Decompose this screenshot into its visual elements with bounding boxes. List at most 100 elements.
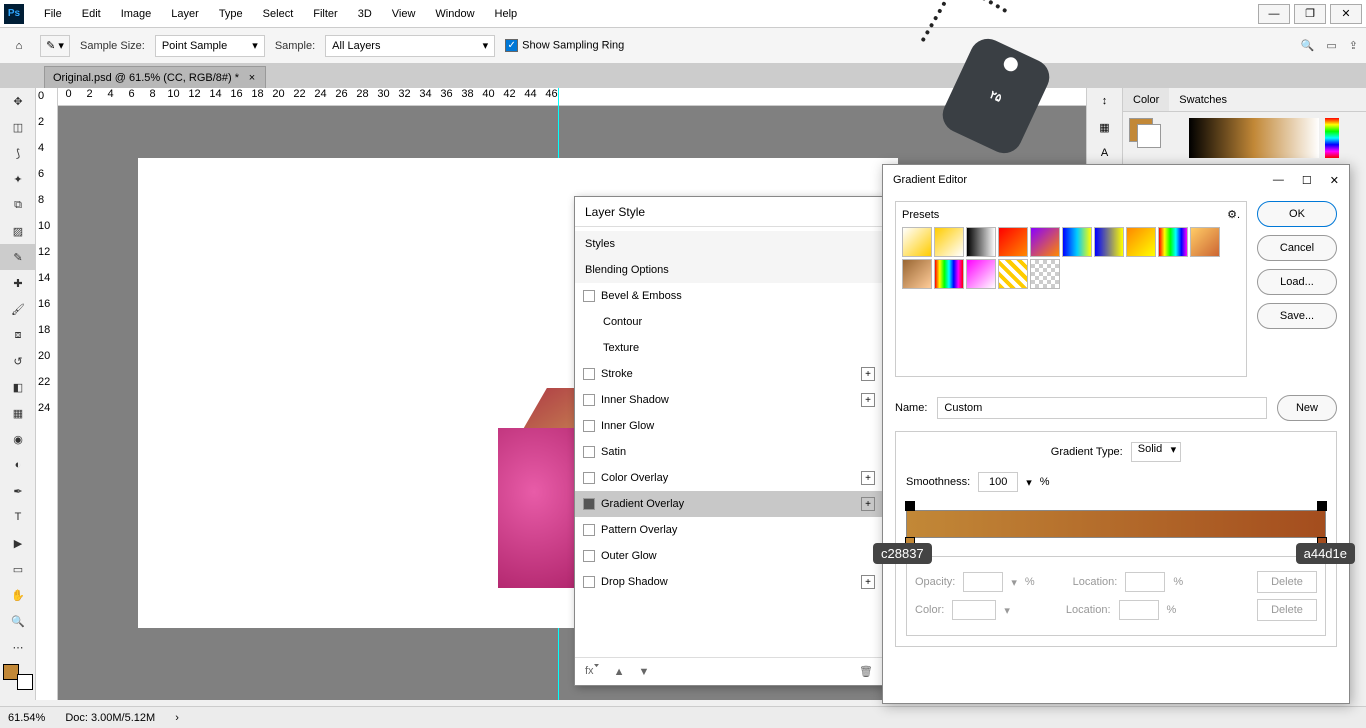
ok-button[interactable]: OK (1257, 201, 1337, 227)
panel-icon-swatches[interactable]: ▦ (1087, 114, 1122, 140)
history-brush-tool[interactable]: ↺ (0, 348, 36, 374)
close-tab-icon[interactable]: × (247, 73, 257, 83)
add-effect-icon[interactable]: + (861, 367, 875, 381)
menu-help[interactable]: Help (485, 0, 528, 28)
pen-tool[interactable]: ✒ (0, 478, 36, 504)
preset-6[interactable] (1094, 227, 1124, 257)
menu-select[interactable]: Select (253, 0, 304, 28)
blur-tool[interactable]: ◉ (0, 426, 36, 452)
sample-size-select[interactable]: Point Sample (155, 35, 265, 57)
preset-12[interactable] (966, 259, 996, 289)
preset-3[interactable] (998, 227, 1028, 257)
dodge-tool[interactable]: ◐ (0, 452, 36, 478)
color-field[interactable] (952, 600, 996, 620)
preset-5[interactable] (1062, 227, 1092, 257)
close-button[interactable]: ✕ (1330, 4, 1362, 24)
checkbox-icon[interactable] (583, 420, 595, 432)
ls-row-inner-glow[interactable]: Inner Glow (575, 413, 883, 439)
path-select-tool[interactable]: ▶ (0, 530, 36, 556)
close-icon[interactable]: ✕ (1330, 174, 1339, 187)
color-tab[interactable]: Color (1123, 88, 1169, 111)
menu-filter[interactable]: Filter (303, 0, 347, 28)
stamp-tool[interactable]: ⧈ (0, 322, 36, 348)
eraser-tool[interactable]: ◧ (0, 374, 36, 400)
location-field-2[interactable] (1119, 600, 1159, 620)
preset-4[interactable] (1030, 227, 1060, 257)
doc-size[interactable]: Doc: 3.00M/5.12M (65, 712, 155, 724)
restore-button[interactable]: ❐ (1294, 4, 1326, 24)
shape-tool[interactable]: ▭ (0, 556, 36, 582)
down-arrow-icon[interactable]: ▼ (638, 666, 649, 678)
checkbox-icon[interactable] (583, 524, 595, 536)
ls-row-color-overlay[interactable]: Color Overlay+ (575, 465, 883, 491)
ls-blending-header[interactable]: Blending Options (575, 257, 883, 283)
ls-row-stroke[interactable]: Stroke+ (575, 361, 883, 387)
preset-14[interactable] (1030, 259, 1060, 289)
preset-1[interactable] (934, 227, 964, 257)
healing-tool[interactable]: ✚ (0, 270, 36, 296)
eyedropper-tool[interactable]: ✎ (0, 244, 36, 270)
menu-edit[interactable]: Edit (72, 0, 111, 28)
zoom-tool[interactable]: 🔍 (0, 608, 36, 634)
marquee-tool[interactable]: ◫ (0, 114, 36, 140)
load-button[interactable]: Load... (1257, 269, 1337, 295)
ls-row-satin[interactable]: Satin (575, 439, 883, 465)
gear-icon[interactable]: ⚙. (1227, 208, 1240, 221)
opacity-stop-left[interactable] (905, 501, 915, 511)
status-caret-icon[interactable]: › (175, 712, 179, 724)
checkbox-icon[interactable] (583, 472, 595, 484)
home-icon[interactable]: ⌂ (8, 35, 30, 57)
ls-row-contour[interactable]: Contour (575, 309, 883, 335)
gradient-tool[interactable]: ▦ (0, 400, 36, 426)
frame-tool[interactable]: ▨ (0, 218, 36, 244)
menu-file[interactable]: File (34, 0, 72, 28)
move-tool[interactable]: ✥ (0, 88, 36, 114)
fx-icon[interactable]: fx🢓 (585, 662, 600, 681)
foreground-background-colors[interactable] (3, 664, 33, 690)
layer-style-title[interactable]: Layer Style (575, 197, 883, 227)
hue-strip[interactable] (1325, 118, 1339, 158)
checkbox-icon[interactable] (583, 446, 595, 458)
checkbox-icon[interactable] (583, 394, 595, 406)
preset-9[interactable] (1190, 227, 1220, 257)
delete-color-stop-button[interactable]: Delete (1257, 599, 1317, 621)
minimize-button[interactable]: — (1258, 4, 1290, 24)
location-field[interactable] (1125, 572, 1165, 592)
save-button[interactable]: Save... (1257, 303, 1337, 329)
edit-toolbar[interactable]: ⋯ (0, 634, 36, 660)
search-icon[interactable]: 🔍 (1301, 39, 1315, 52)
preset-2[interactable] (966, 227, 996, 257)
lasso-tool[interactable]: ⟆ (0, 140, 36, 166)
add-effect-icon[interactable]: + (861, 575, 875, 589)
document-tab[interactable]: Original.psd @ 61.5% (CC, RGB/8#) * × (44, 66, 266, 88)
gradient-type-select[interactable]: Solid (1131, 442, 1181, 462)
maximize-icon[interactable]: ☐ (1302, 174, 1312, 187)
sample-select[interactable]: All Layers (325, 35, 495, 57)
swatches-tab[interactable]: Swatches (1169, 88, 1237, 111)
smoothness-caret-icon[interactable]: ▾ (1026, 476, 1032, 489)
name-input[interactable] (937, 397, 1267, 419)
color-spectrum[interactable] (1189, 118, 1319, 158)
menu-type[interactable]: Type (209, 0, 253, 28)
ls-row-gradient-overlay[interactable]: Gradient Overlay+ (575, 491, 883, 517)
background-swatch[interactable] (1137, 124, 1161, 148)
preset-13[interactable] (998, 259, 1028, 289)
brush-tool[interactable]: 🖌 (0, 296, 36, 322)
smoothness-input[interactable] (978, 472, 1018, 492)
tool-preset-icon[interactable]: ✎ ▾ (40, 35, 70, 57)
ls-row-bevel-emboss[interactable]: Bevel & Emboss (575, 283, 883, 309)
minimize-icon[interactable]: — (1273, 174, 1284, 187)
preset-11[interactable] (934, 259, 964, 289)
quick-select-tool[interactable]: ✦ (0, 166, 36, 192)
trash-icon[interactable]: 🗑 (859, 665, 873, 678)
ls-row-texture[interactable]: Texture (575, 335, 883, 361)
show-sampling-ring[interactable]: Show Sampling Ring (505, 39, 624, 52)
add-effect-icon[interactable]: + (861, 471, 875, 485)
preset-8[interactable] (1158, 227, 1188, 257)
share-icon[interactable]: ⇪ (1349, 39, 1358, 52)
menu-layer[interactable]: Layer (161, 0, 209, 28)
add-effect-icon[interactable]: + (861, 497, 875, 511)
up-arrow-icon[interactable]: ▲ (614, 666, 625, 678)
preset-7[interactable] (1126, 227, 1156, 257)
menu-window[interactable]: Window (425, 0, 484, 28)
